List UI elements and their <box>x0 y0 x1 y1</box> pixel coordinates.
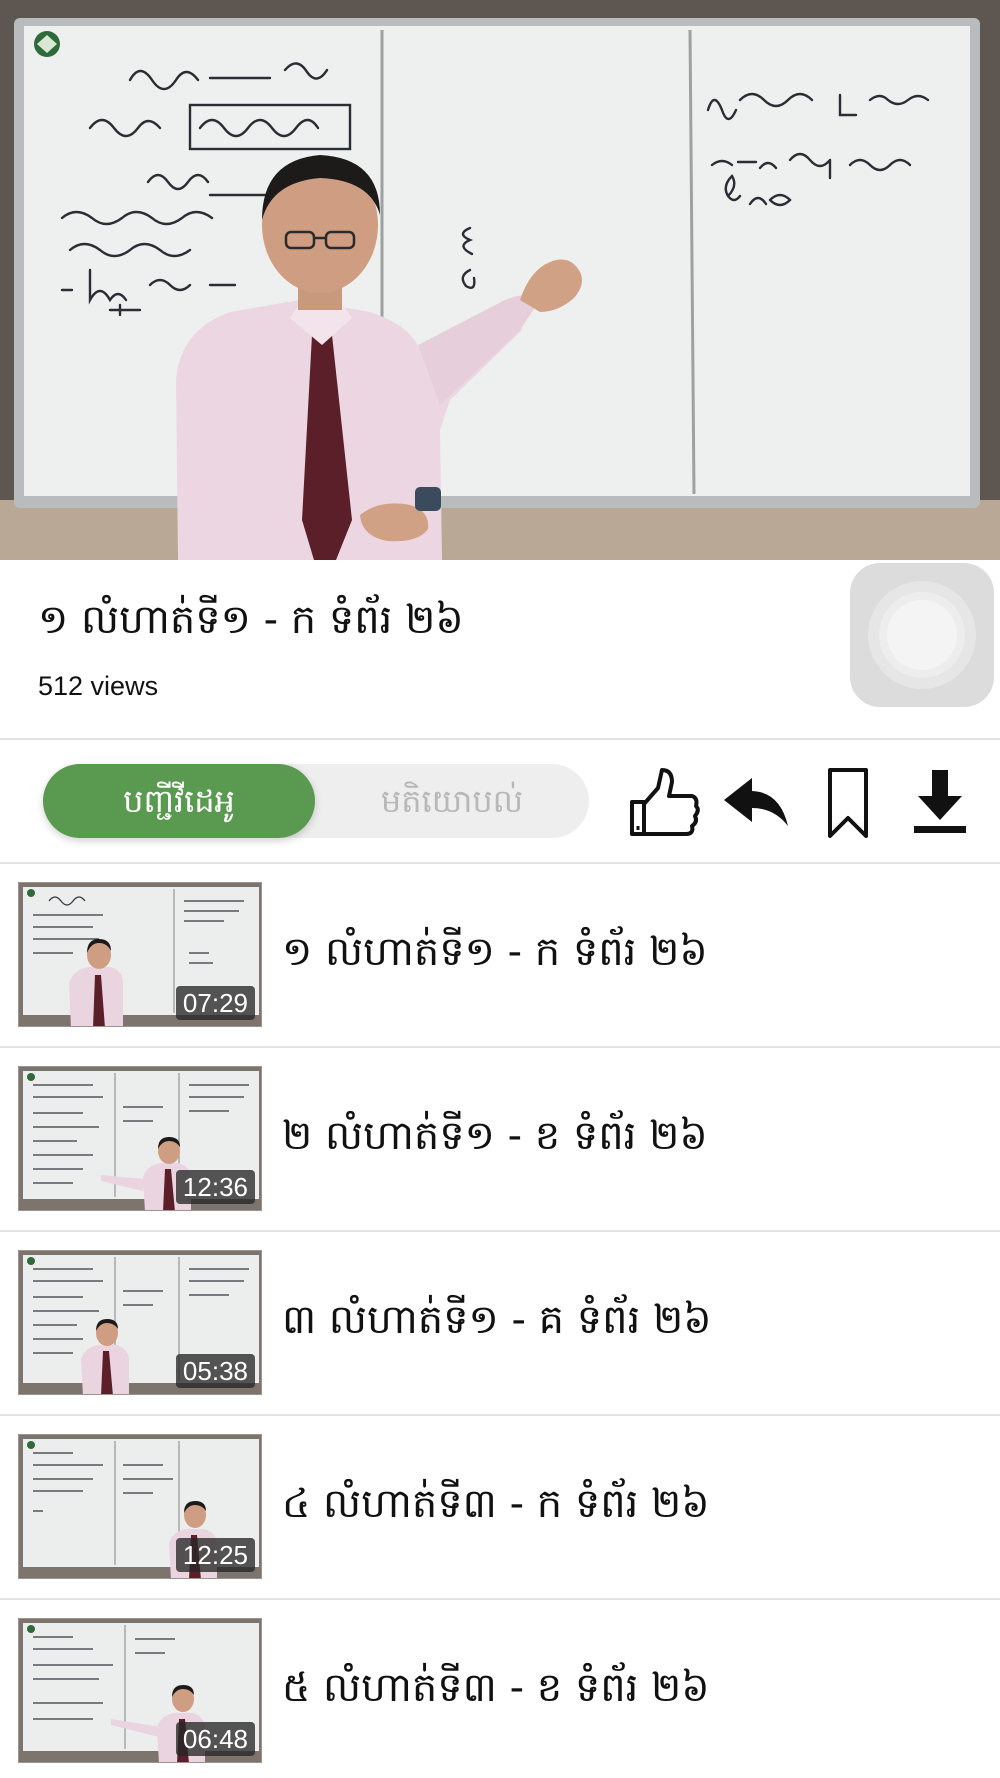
playlist-item[interactable]: 07:29 ១ លំហាត់ទី១ - ក ទំព័រ ២៦ <box>0 864 1000 1048</box>
playlist-item[interactable]: 12:36 ២ លំហាត់ទី១ - ខ ទំព័រ ២៦ <box>0 1048 1000 1232</box>
download-icon <box>914 770 966 833</box>
video-thumbnail: 06:48 <box>18 1618 262 1763</box>
playlist-item-title: ១ លំហាត់ទី១ - ក ទំព័រ ២៦ <box>282 929 708 975</box>
reply-arrow-icon <box>724 778 788 826</box>
video-thumbnail: 05:38 <box>18 1250 262 1395</box>
video-thumbnail: 07:29 <box>18 882 262 1027</box>
playlist-item-title: ៥ លំហាត់ទី៣ - ខ ទំព័រ ២៦ <box>282 1665 710 1711</box>
playlist-item[interactable]: 12:25 ៤ លំហាត់ទី៣ - ក ទំព័រ ២៦ <box>0 1416 1000 1600</box>
tab-switcher: បញ្ជីវីដេអូ មតិយោបល់ <box>43 764 589 838</box>
video-player[interactable] <box>0 0 1000 560</box>
video-duration: 06:48 <box>175 1722 255 1756</box>
tab-comments[interactable]: មតិយោបល់ <box>315 764 589 838</box>
bookmark-button[interactable] <box>808 762 888 842</box>
playlist-item-title: ៣ លំហាត់ទី១ - គ ទំព័រ ២៦ <box>282 1297 712 1343</box>
video-duration: 12:25 <box>175 1538 255 1572</box>
video-duration: 05:38 <box>175 1354 255 1388</box>
video-thumbnail: 12:25 <box>18 1434 262 1579</box>
assistive-touch-button[interactable] <box>850 563 994 707</box>
share-button[interactable] <box>716 762 796 842</box>
video-title: ១ លំហាត់ទី១ - ក ទំព័រ ២៦ <box>38 597 464 643</box>
playlist-item[interactable]: 06:48 ៥ លំហាត់ទី៣ - ខ ទំព័រ ២៦ <box>0 1600 1000 1778</box>
playlist-item-title: ២ លំហាត់ទី១ - ខ ទំព័រ ២៦ <box>282 1113 708 1159</box>
download-button[interactable] <box>900 762 980 842</box>
video-thumbnail: 12:36 <box>18 1066 262 1211</box>
tab-video-list[interactable]: បញ្ជីវីដេអូ <box>43 764 315 838</box>
assistive-touch-dot <box>887 600 957 670</box>
video-duration: 07:29 <box>175 986 255 1020</box>
video-frame <box>0 0 1000 560</box>
playlist-item-title: ៤ លំហាត់ទី៣ - ក ទំព័រ ២៦ <box>282 1481 710 1527</box>
video-duration: 12:36 <box>175 1170 255 1204</box>
controls-bar: បញ្ជីវីដេអូ មតិយោបល់ <box>0 740 1000 860</box>
video-info: ១ លំហាត់ទី១ - ក ទំព័រ ២៦ 512 views <box>0 560 1000 738</box>
playlist-item[interactable]: 05:38 ៣ លំហាត់ទី១ - គ ទំព័រ ២៦ <box>0 1232 1000 1416</box>
view-count: 512 views <box>38 671 159 701</box>
like-button[interactable] <box>624 762 704 842</box>
bookmark-icon <box>828 768 868 838</box>
thumbs-up-icon <box>630 768 700 836</box>
